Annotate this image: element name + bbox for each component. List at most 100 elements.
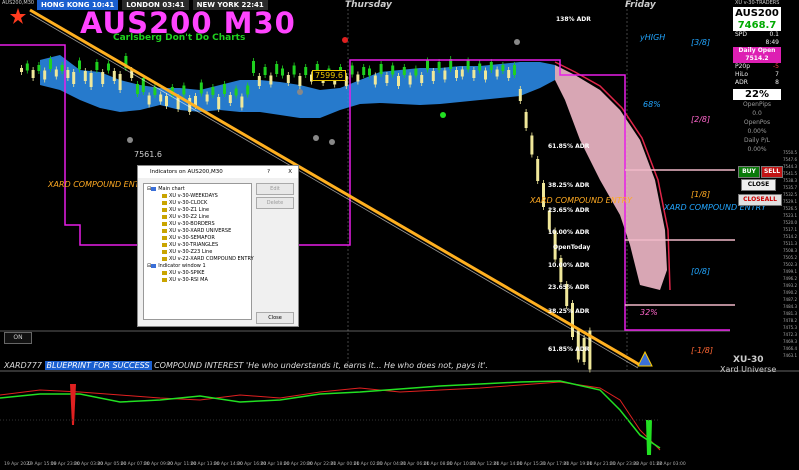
indicator-list-item[interactable]: XU v-22-XARD COMPOUND ENTRY bbox=[144, 256, 254, 263]
day-label-thursday: Thursday bbox=[345, 0, 392, 10]
sell-button[interactable]: SELL bbox=[761, 166, 783, 178]
candle-body bbox=[443, 70, 447, 80]
candle-body bbox=[507, 70, 511, 78]
indicator-tree[interactable]: ⊟ Main chart XU v-30-WEEKDAYS XU v-30-CLOC… bbox=[143, 183, 254, 320]
candle-body bbox=[379, 64, 383, 74]
rsi-red-line bbox=[0, 381, 661, 451]
ticker-message: XARD777 BLUEPRINT FOR SUCCESS COMPOUND I… bbox=[4, 361, 488, 370]
candle-body bbox=[431, 71, 435, 81]
price-tick: 7499.1 bbox=[783, 269, 797, 274]
price-tick: 7523.1 bbox=[783, 213, 797, 218]
panel-row: HiLo 7 bbox=[733, 71, 781, 79]
panel-row: 8:49 bbox=[733, 39, 781, 47]
indicator-name: XU v-30-XARD UNIVERSE bbox=[169, 228, 232, 234]
dialog-close-button[interactable]: Close bbox=[256, 312, 294, 324]
indicator-icon bbox=[162, 242, 167, 247]
candle-body bbox=[211, 87, 215, 95]
candle-body bbox=[31, 70, 35, 78]
candle-body bbox=[281, 68, 284, 76]
tree-indicator-window[interactable]: ⊟ Indicator window 1 bbox=[144, 263, 251, 270]
semafor-dot bbox=[514, 39, 520, 45]
price-tick: 7463.1 bbox=[783, 353, 797, 358]
indicator-list-item[interactable]: XU v-30-TRIANGLES bbox=[144, 242, 251, 249]
window-icon bbox=[151, 263, 157, 268]
candle-body bbox=[159, 94, 163, 102]
indicator-name: XU v-30-CLOCK bbox=[169, 200, 208, 206]
indicator-name: XU v-30-BORDERS bbox=[169, 221, 215, 227]
indicator-name: XU v-30-Z23 Line bbox=[169, 249, 213, 255]
candle-body bbox=[78, 60, 81, 70]
brand-universe: Xard Universe bbox=[720, 365, 777, 374]
cloud-band-pink bbox=[555, 65, 667, 290]
indicator-name: XU v-30-SPIKE bbox=[169, 270, 205, 276]
octave-1-8: [1/8] bbox=[691, 190, 711, 199]
candle-body bbox=[275, 64, 279, 74]
indicator-icon bbox=[162, 256, 167, 261]
semafor-dot bbox=[329, 139, 335, 145]
price-tick: 7538.3 bbox=[783, 178, 797, 183]
candle-body bbox=[356, 74, 360, 82]
price-tick: 7520.0 bbox=[783, 220, 797, 225]
panel-open-pips: 0.0 bbox=[752, 110, 762, 117]
day-label-friday: Friday bbox=[625, 0, 656, 10]
price-tick: 7526.5 bbox=[783, 206, 797, 211]
buy-button[interactable]: BUY bbox=[738, 166, 760, 178]
candle-body bbox=[466, 60, 470, 70]
indicator-icon bbox=[162, 221, 167, 226]
time-tick: 22 Apr 03:00 bbox=[656, 462, 686, 467]
candle-body bbox=[420, 75, 424, 83]
indicator-list-item[interactable]: XU v-30-SEMAFOR bbox=[144, 235, 251, 242]
xard-entry-label-mid: XARD COMPOUND ENTRY bbox=[530, 196, 633, 205]
candle-body bbox=[530, 135, 534, 155]
price-tick: 7475.3 bbox=[783, 325, 797, 330]
octave-3-8: [3/8] bbox=[691, 38, 711, 47]
chart-canvas[interactable] bbox=[0, 0, 799, 470]
indicator-name: XU v-30-Z1 Line bbox=[169, 207, 210, 213]
indicator-name: XU v-30-TRIANGLES bbox=[169, 242, 219, 248]
candle-body bbox=[176, 97, 180, 109]
candle-body bbox=[397, 76, 400, 86]
swing-high-label: 7599.6 bbox=[312, 70, 346, 81]
edit-button[interactable]: Edit bbox=[256, 183, 294, 195]
indicator-list-item[interactable]: XU v-30-RSI MA bbox=[144, 277, 251, 284]
panel-daily-pl-label: Daily P/L bbox=[743, 137, 771, 144]
close-all-button[interactable]: CLOSEALL bbox=[738, 194, 782, 206]
octave-2-8: [2/8] bbox=[691, 115, 711, 124]
panel-open-pips-label: OpenPips bbox=[742, 101, 772, 108]
delete-button[interactable]: Delete bbox=[256, 197, 294, 209]
indicator-list-item[interactable]: XU v-30-Z2 Line bbox=[144, 214, 251, 221]
indicator-list-item[interactable]: XU v-30-CLOCK bbox=[144, 200, 251, 207]
indicator-name: XU v-30-SEMAFOR bbox=[169, 235, 215, 241]
indicator-list-item[interactable]: XU v-30-WEEKDAYS bbox=[144, 193, 251, 200]
indicators-dialog: Indicators on AUS200,M30 ? X ⊟ Main chart… bbox=[137, 165, 299, 327]
price-tick: 7496.2 bbox=[783, 276, 797, 281]
price-tick: 7517.1 bbox=[783, 227, 797, 232]
candle-body bbox=[223, 84, 226, 94]
close-button[interactable]: CLOSE bbox=[741, 179, 776, 191]
brand-xu30: XU-30 bbox=[733, 355, 764, 365]
indicator-list-item[interactable]: XU v-30-Z23 Line bbox=[144, 249, 251, 256]
semafor-dot bbox=[342, 37, 348, 43]
dialog-titlebar[interactable]: Indicators on AUS200,M30 ? X bbox=[138, 166, 298, 178]
semafor-dot bbox=[313, 135, 319, 141]
panel-symbol: AUS200 bbox=[733, 7, 781, 20]
fib-label-3825-down: 38.25% ADR bbox=[548, 308, 590, 315]
price-tick: 7481.3 bbox=[783, 311, 797, 316]
candle-body bbox=[408, 75, 412, 85]
indicator-list-item[interactable]: XU v-30-SPIKE bbox=[144, 270, 251, 277]
price-tick: 7466.4 bbox=[783, 346, 797, 351]
on-toggle-button[interactable]: ON bbox=[4, 332, 32, 344]
tree-main-chart[interactable]: ⊟ Main chart bbox=[144, 186, 251, 193]
candle-body bbox=[391, 65, 395, 75]
fib-label-2365-down: 23.65% ADR bbox=[548, 284, 590, 291]
ticker-text: COMPOUND INTEREST 'He who understands it… bbox=[154, 361, 488, 370]
help-icon[interactable]: ? bbox=[267, 166, 270, 178]
indicator-list-item[interactable]: XU v-30-Z1 Line bbox=[144, 207, 251, 214]
indicator-list-item[interactable]: XU v-30-BORDERS bbox=[144, 221, 251, 228]
candle-body bbox=[292, 65, 296, 75]
close-icon[interactable]: X bbox=[288, 166, 292, 178]
indicator-icon bbox=[162, 277, 167, 282]
candle-body bbox=[136, 84, 139, 94]
chart-icon bbox=[151, 186, 157, 191]
indicator-list-item[interactable]: XU v-30-XARD UNIVERSE bbox=[144, 228, 251, 235]
